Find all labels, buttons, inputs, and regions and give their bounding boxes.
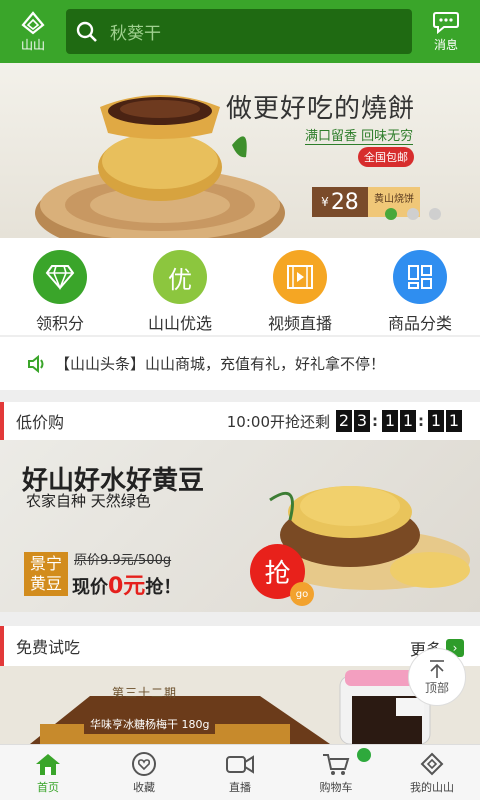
trial-product: 华味亨冰糖杨梅干 180g [84, 714, 216, 734]
flash-sale-header: 低价购 10:00开抢还剩 23:11:11 [0, 402, 480, 440]
carousel-dot[interactable] [429, 208, 441, 220]
message-button[interactable]: 消息 [412, 0, 480, 63]
diamond-icon [33, 250, 87, 304]
tab-label: 首页 [37, 780, 59, 794]
category-icon [393, 250, 447, 304]
tab-profile[interactable]: 我的山山 [384, 745, 480, 800]
quick-link-label: 商品分类 [387, 314, 452, 333]
quick-link-label: 山山优选 [147, 314, 212, 333]
promo-current-price: 现价0元抢！ [72, 568, 181, 600]
go-badge[interactable]: go [290, 582, 314, 606]
speaker-icon [28, 354, 44, 373]
quick-link-categories[interactable]: 商品分类 [360, 238, 480, 335]
app-header: 山山 秋葵干 消息 [0, 0, 480, 63]
countdown-colon: : [418, 412, 424, 430]
promo-original-price: 原价9.9元/500g [74, 553, 172, 568]
banner-shipping-badge: 全国包邮 [358, 147, 414, 167]
tab-live[interactable]: 直播 [192, 745, 288, 800]
promo-product-label: 景宁黄豆 [24, 552, 68, 596]
search-icon [76, 21, 97, 42]
countdown: 10:00开抢还剩 23:11:11 [227, 410, 462, 432]
quick-link-points[interactable]: 领积分 [0, 238, 120, 335]
price-currency: ¥ [321, 195, 329, 209]
tab-label: 收藏 [133, 780, 155, 794]
user-icon [420, 752, 444, 775]
tab-label: 我的山山 [410, 780, 454, 794]
back-to-top-label: 顶部 [424, 680, 449, 695]
countdown-digit: 2 [336, 410, 352, 432]
tab-home[interactable]: 首页 [0, 745, 96, 800]
tab-label: 直播 [229, 780, 251, 794]
video-icon [226, 754, 254, 774]
section-divider [0, 612, 480, 626]
countdown-colon: : [372, 412, 378, 430]
quick-links: 领积分 优 山山优选 视频直播 商品分类 [0, 238, 480, 336]
banner-carousel[interactable]: 做更好吃的燒餅 满口留香 回味无穷 全国包邮 ¥28 黄山烧饼 [0, 63, 480, 238]
promo-now-prefix: 现价 [72, 577, 108, 598]
banner-subtitle: 满口留香 回味无穷 [305, 125, 414, 145]
cart-notification-dot [357, 748, 371, 762]
free-trial-title: 免费试吃 [16, 638, 81, 657]
logo-button[interactable]: 山山 [0, 0, 66, 63]
search-input[interactable]: 秋葵干 [110, 19, 161, 44]
search-box[interactable]: 秋葵干 [66, 9, 412, 54]
carousel-dot[interactable] [385, 208, 397, 220]
arrow-up-icon [430, 659, 444, 678]
quick-link-selected[interactable]: 优 山山优选 [120, 238, 240, 335]
free-trial-header: 免费试吃 更多 › [0, 626, 480, 666]
countdown-digit: 1 [446, 410, 462, 432]
tab-favorites[interactable]: 收藏 [96, 745, 192, 800]
countdown-label: 10:00开抢还剩 [226, 412, 330, 431]
film-icon [273, 250, 327, 304]
countdown-digit: 3 [354, 410, 370, 432]
news-text: 【山山头条】山山商城，充值有礼，好礼拿不停！ [55, 355, 386, 373]
flash-sale-title: 低价购 [16, 413, 65, 432]
home-icon [36, 753, 60, 775]
mountain-logo-icon [21, 10, 45, 34]
bottom-tab-bar: 首页 收藏 直播 购物车 我的山山 [0, 744, 480, 800]
promo-subtitle: 农家自种 天然绿色 [26, 492, 151, 510]
banner-title: 做更好吃的燒餅 [226, 94, 416, 124]
back-to-top-button[interactable]: 顶部 [408, 648, 466, 706]
countdown-digit: 1 [428, 410, 444, 432]
logo-label: 山山 [20, 37, 45, 52]
section-divider [0, 390, 480, 402]
quick-link-label: 领积分 [35, 314, 84, 333]
carousel-dot[interactable] [407, 208, 419, 220]
trial-issue: 第三十二期 [112, 686, 178, 700]
you-icon: 优 [153, 250, 207, 304]
heart-icon [132, 751, 156, 776]
soybean-promo-banner[interactable]: 好山好水好黄豆 农家自种 天然绿色 景宁黄豆 原价9.9元/500g 现价0元抢… [0, 440, 480, 612]
tab-label: 购物车 [319, 780, 353, 794]
promo-now-suffix: 抢！ [145, 577, 182, 598]
quick-link-label: 视频直播 [267, 314, 332, 333]
chat-icon [433, 12, 459, 34]
countdown-digit: 1 [382, 410, 398, 432]
message-label: 消息 [433, 38, 458, 52]
countdown-digit: 1 [400, 410, 416, 432]
promo-now-price: 0元 [108, 574, 146, 599]
cart-icon [323, 753, 350, 775]
news-ticker[interactable]: 【山山头条】山山商城，充值有礼，好礼拿不停！ [0, 336, 480, 390]
quick-link-live-video[interactable]: 视频直播 [240, 238, 360, 335]
carousel-indicators [385, 208, 441, 220]
price-value: 28 [330, 189, 359, 215]
